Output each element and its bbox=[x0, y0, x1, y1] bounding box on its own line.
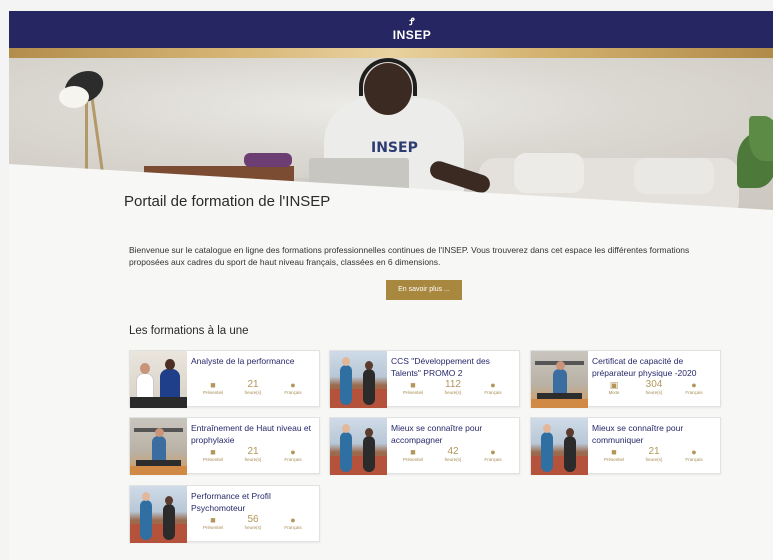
course-card[interactable]: Entraînement de Haut niveau et prophylax… bbox=[129, 417, 320, 475]
course-mode: ■ Présentiel bbox=[594, 447, 634, 469]
people-icon: ■ bbox=[210, 515, 216, 525]
globe-icon: ● bbox=[290, 447, 296, 457]
course-title[interactable]: Mieux se connaître pour accompagner bbox=[391, 422, 517, 446]
course-title[interactable]: Performance et Profil Psychomoteur bbox=[191, 490, 317, 514]
page-title: Portail de formation de l'INSEP bbox=[124, 193, 331, 210]
course-mode: ■ Présentiel bbox=[393, 380, 433, 402]
course-thumbnail[interactable] bbox=[130, 486, 187, 543]
globe-icon: ● bbox=[290, 380, 296, 390]
course-mode: ■ Présentiel bbox=[193, 380, 233, 402]
people-icon: ■ bbox=[410, 447, 416, 457]
course-card[interactable]: Analyste de la performance ■ Présentiel … bbox=[129, 350, 320, 408]
course-mode: ■ Présentiel bbox=[193, 515, 233, 537]
course-hours: 42 heure(s) bbox=[444, 446, 462, 463]
course-language: ● Français bbox=[273, 515, 313, 537]
course-card[interactable]: CCS "Développement des Talents" PROMO 2 … bbox=[329, 350, 520, 408]
intro-paragraph: Bienvenue sur le catalogue en ligne des … bbox=[129, 245, 690, 267]
course-hours: 304 heure(s) bbox=[645, 379, 663, 396]
people-icon: ■ bbox=[410, 380, 416, 390]
page: Ꝭ INSEP INSEP Portail de formation de l'… bbox=[9, 11, 773, 560]
course-thumbnail[interactable] bbox=[130, 418, 187, 475]
learn-more-button[interactable]: En savoir plus ... bbox=[386, 280, 462, 300]
course-language: ● Français bbox=[473, 447, 513, 469]
course-title[interactable]: Certificat de capacité de préparateur ph… bbox=[592, 355, 718, 379]
globe-icon: ● bbox=[290, 515, 296, 525]
laptop-person-icon: ▣ bbox=[609, 380, 619, 390]
course-language: ● Français bbox=[674, 380, 714, 402]
course-thumbnail[interactable] bbox=[330, 351, 387, 408]
course-title[interactable]: Analyste de la performance bbox=[191, 355, 317, 367]
course-card[interactable]: Performance et Profil Psychomoteur ■ Pré… bbox=[129, 485, 320, 543]
course-mode: ■ Présentiel bbox=[193, 447, 233, 469]
course-hours: 21 heure(s) bbox=[244, 446, 262, 463]
course-hours: 21 heure(s) bbox=[244, 379, 262, 396]
course-title[interactable]: CCS "Développement des Talents" PROMO 2 bbox=[391, 355, 517, 379]
course-language: ● Français bbox=[473, 380, 513, 402]
people-icon: ■ bbox=[611, 447, 617, 457]
insep-logo[interactable]: Ꝭ INSEP bbox=[392, 18, 432, 44]
globe-icon: ● bbox=[490, 447, 496, 457]
course-title[interactable]: Entraînement de Haut niveau et prophylax… bbox=[191, 422, 317, 446]
course-mode: ■ Présentiel bbox=[393, 447, 433, 469]
course-thumbnail[interactable] bbox=[531, 418, 588, 475]
gold-divider-bar bbox=[9, 48, 773, 58]
globe-icon: ● bbox=[490, 380, 496, 390]
course-card[interactable]: Mieux se connaître pour communiquer ■ Pr… bbox=[530, 417, 721, 475]
course-mode: ▣ Mixte bbox=[594, 380, 634, 402]
globe-icon: ● bbox=[691, 380, 697, 390]
featured-section-title: Les formations à la une bbox=[129, 325, 249, 337]
course-language: ● Français bbox=[273, 380, 313, 402]
people-icon: ■ bbox=[210, 447, 216, 457]
course-card[interactable]: Mieux se connaître pour accompagner ■ Pr… bbox=[329, 417, 520, 475]
people-icon: ■ bbox=[210, 380, 216, 390]
course-hours: 56 heure(s) bbox=[244, 514, 262, 531]
course-language: ● Français bbox=[674, 447, 714, 469]
course-thumbnail[interactable] bbox=[531, 351, 588, 408]
course-thumbnail[interactable] bbox=[330, 418, 387, 475]
insep-logo-text: INSEP bbox=[392, 28, 432, 42]
course-hours: 21 heure(s) bbox=[645, 446, 663, 463]
insep-logo-mark-icon: Ꝭ bbox=[409, 17, 415, 28]
course-title[interactable]: Mieux se connaître pour communiquer bbox=[592, 422, 718, 446]
course-thumbnail[interactable] bbox=[130, 351, 187, 408]
course-hours: 112 heure(s) bbox=[444, 379, 462, 396]
globe-icon: ● bbox=[691, 447, 697, 457]
course-card[interactable]: Certificat de capacité de préparateur ph… bbox=[530, 350, 721, 408]
top-header-bar: Ꝭ INSEP bbox=[9, 11, 773, 48]
course-language: ● Français bbox=[273, 447, 313, 469]
